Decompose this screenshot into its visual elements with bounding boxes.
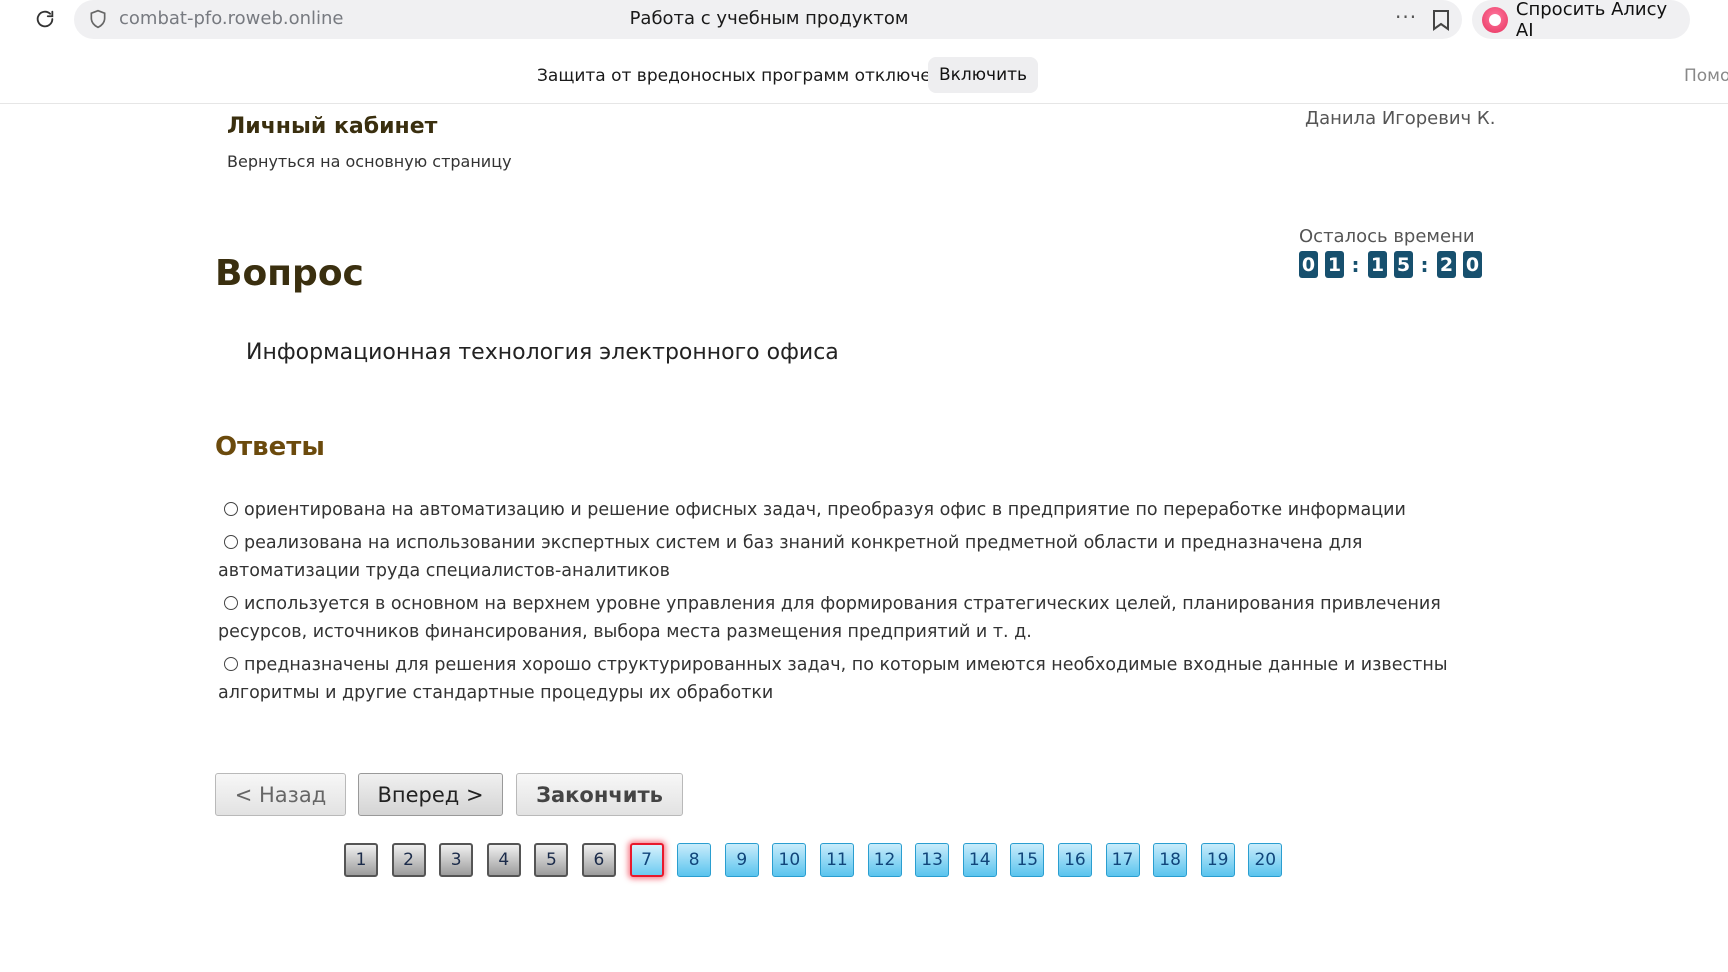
- timer-digit: 1: [1325, 251, 1344, 278]
- countdown-timer: 0 1 : 1 5 : 2 0: [1299, 251, 1489, 278]
- page-button-7[interactable]: 7: [629, 843, 664, 877]
- page-button-19[interactable]: 19: [1200, 843, 1235, 877]
- question-heading: Вопрос: [215, 253, 364, 294]
- timer-digit: 0: [1299, 251, 1318, 278]
- answer-option[interactable]: используется в основном на верхнем уровн…: [218, 590, 1483, 646]
- page-button-12[interactable]: 12: [867, 843, 902, 877]
- time-remaining-label: Осталось времени: [1299, 226, 1475, 247]
- page-button-5[interactable]: 5: [534, 843, 569, 877]
- answer-option[interactable]: ориентирована на автоматизацию и решение…: [218, 496, 1483, 524]
- radio-button[interactable]: [224, 596, 238, 610]
- help-link[interactable]: Помо: [1684, 66, 1728, 86]
- next-button[interactable]: Вперед >: [358, 773, 503, 816]
- bookmark-icon[interactable]: [1432, 9, 1452, 31]
- page-button-20[interactable]: 20: [1248, 843, 1283, 877]
- answers-heading: Ответы: [215, 432, 325, 462]
- page-button-14[interactable]: 14: [962, 843, 997, 877]
- radio-button[interactable]: [224, 535, 238, 549]
- answer-text[interactable]: ориентирована на автоматизацию и решение…: [244, 500, 1406, 520]
- question-text: Информационная технология электронного о…: [246, 340, 839, 365]
- answer-text[interactable]: предназначены для решения хорошо структу…: [218, 655, 1448, 703]
- radio-button[interactable]: [224, 502, 238, 516]
- browser-toolbar: combat-pfo.roweb.online Работа с учебным…: [0, 0, 1728, 41]
- page-button-4[interactable]: 4: [486, 843, 521, 877]
- ask-alice-button[interactable]: Спросить Алису AI: [1472, 0, 1690, 41]
- page-button-11[interactable]: 11: [819, 843, 854, 877]
- answer-text[interactable]: используется в основном на верхнем уровн…: [218, 594, 1441, 642]
- back-to-main-link[interactable]: Вернуться на основную страницу: [227, 152, 512, 171]
- timer-digit: 5: [1394, 251, 1413, 278]
- page-button-2[interactable]: 2: [391, 843, 426, 877]
- answer-list: ориентирована на автоматизацию и решение…: [218, 496, 1483, 712]
- timer-separator: :: [1420, 252, 1429, 277]
- page-button-1[interactable]: 1: [344, 843, 378, 877]
- page-button-3[interactable]: 3: [439, 843, 474, 877]
- page-button-16[interactable]: 16: [1057, 843, 1092, 877]
- shield-icon[interactable]: [88, 9, 108, 29]
- timer-digit: 2: [1437, 251, 1456, 278]
- answer-option[interactable]: предназначены для решения хорошо структу…: [218, 651, 1483, 707]
- security-message: Защита от вредоносных программ отключена: [537, 66, 953, 86]
- page-button-8[interactable]: 8: [677, 843, 712, 877]
- security-infobar: Защита от вредоносных программ отключена…: [0, 50, 1728, 104]
- alice-icon: [1482, 6, 1508, 33]
- reload-icon[interactable]: [32, 6, 58, 32]
- timer-separator: :: [1351, 252, 1360, 277]
- radio-button[interactable]: [224, 657, 238, 671]
- user-name: Данила Игоревич К.: [1305, 108, 1496, 129]
- finish-button[interactable]: Закончить: [516, 773, 683, 816]
- question-pager: 1 2 3 4 5 6 7 8 9 10 11 12 13 14 15 16 17 18 19 20: [344, 843, 1283, 877]
- page-button-13[interactable]: 13: [915, 843, 950, 877]
- more-icon[interactable]: ···: [1395, 5, 1417, 29]
- timer-digit: 1: [1368, 251, 1387, 278]
- answer-text[interactable]: реализована на использовании экспертных …: [218, 533, 1362, 581]
- page-button-9[interactable]: 9: [724, 843, 759, 877]
- timer-digit: 0: [1463, 251, 1482, 278]
- answer-option[interactable]: реализована на использовании экспертных …: [218, 529, 1483, 585]
- page-button-15[interactable]: 15: [1010, 843, 1045, 877]
- page-button-18[interactable]: 18: [1153, 843, 1188, 877]
- page-button-17[interactable]: 17: [1105, 843, 1140, 877]
- enable-protection-button[interactable]: Включить: [928, 57, 1038, 93]
- url-text[interactable]: combat-pfo.roweb.online: [119, 8, 344, 29]
- cabinet-title[interactable]: Личный кабинет: [227, 114, 437, 139]
- ask-alice-label: Спросить Алису AI: [1515, 0, 1668, 41]
- back-button[interactable]: < Назад: [215, 773, 346, 816]
- page-button-10[interactable]: 10: [772, 843, 807, 877]
- page-button-6[interactable]: 6: [581, 843, 616, 877]
